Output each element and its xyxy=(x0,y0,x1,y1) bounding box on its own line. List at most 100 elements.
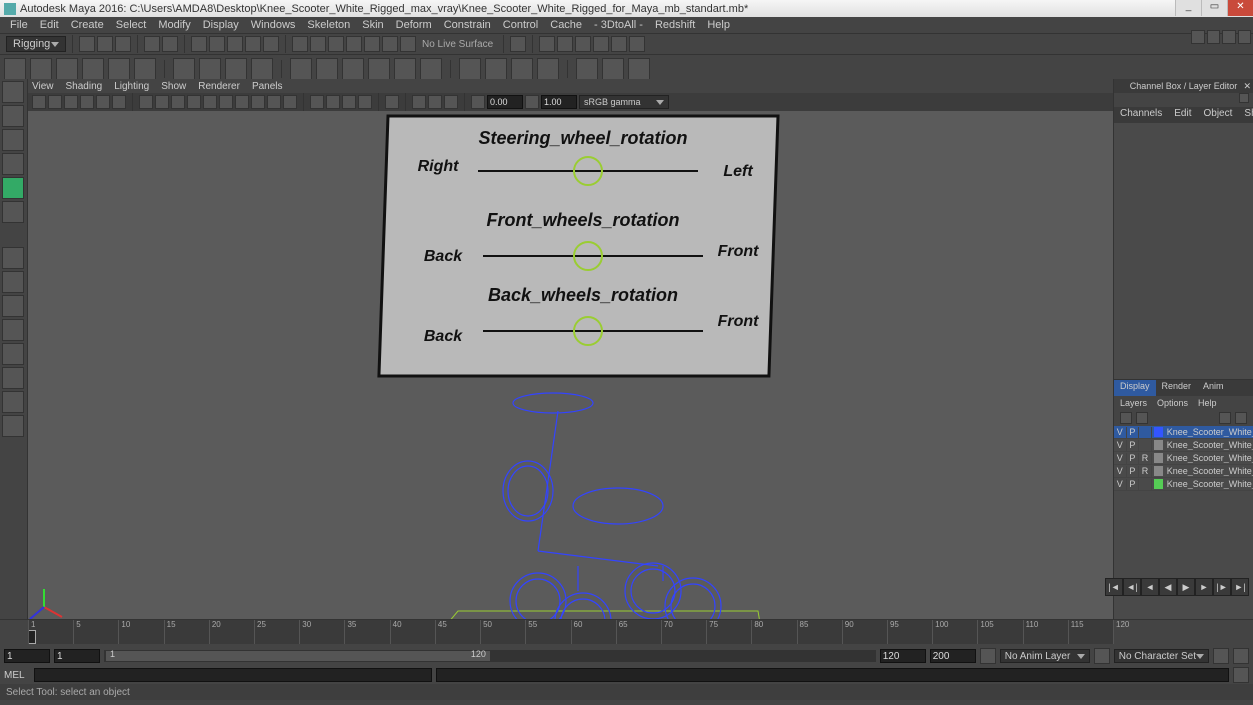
layer-r-toggle[interactable] xyxy=(1139,427,1152,438)
channel-tab-edit[interactable]: Edit xyxy=(1168,107,1197,123)
shelf-item[interactable] xyxy=(459,58,481,80)
range-start-inner-input[interactable] xyxy=(54,649,100,663)
go-to-end-button[interactable]: ►| xyxy=(1231,578,1249,596)
step-forward-button[interactable]: ► xyxy=(1195,578,1213,596)
snap-icon[interactable] xyxy=(382,36,398,52)
new-layer-assign-icon[interactable] xyxy=(1235,412,1247,424)
vp-icon[interactable] xyxy=(342,95,356,109)
shelf-item[interactable] xyxy=(4,58,26,80)
auto-key-icon[interactable] xyxy=(980,648,996,664)
layer-r-toggle[interactable]: R xyxy=(1139,453,1152,464)
vp-icon[interactable] xyxy=(235,95,249,109)
time-slider[interactable]: 1510152025303540455055606570758085909510… xyxy=(28,620,1113,644)
menu-item-redshift[interactable]: Redshift xyxy=(649,19,701,31)
persp-viewport[interactable]: Steering_wheel_rotation Right Left Front… xyxy=(28,111,1113,619)
vp-icon[interactable] xyxy=(203,95,217,109)
viewport-menu-view[interactable]: View xyxy=(32,81,54,92)
vp-icon[interactable] xyxy=(326,95,340,109)
command-input[interactable] xyxy=(34,668,432,682)
play-forward-button[interactable]: ▶ xyxy=(1177,578,1195,596)
menu-item-cache[interactable]: Cache xyxy=(544,19,588,31)
layer-r-toggle[interactable]: R xyxy=(1139,466,1152,477)
viewport-menu-lighting[interactable]: Lighting xyxy=(114,81,149,92)
lasso-tool[interactable] xyxy=(2,105,24,127)
vp-icon[interactable] xyxy=(358,95,372,109)
menu-item-skin[interactable]: Skin xyxy=(356,19,389,31)
layer-tab-display[interactable]: Display xyxy=(1114,380,1156,396)
menu-item-constrain[interactable]: Constrain xyxy=(438,19,497,31)
window-minimize-button[interactable]: _ xyxy=(1175,0,1201,16)
vp-icon[interactable] xyxy=(48,95,62,109)
window-maximize-button[interactable]: ▭ xyxy=(1201,0,1227,16)
vp-icon[interactable] xyxy=(171,95,185,109)
layer-menu-options[interactable]: Options xyxy=(1157,398,1188,408)
layer-color-swatch[interactable] xyxy=(1154,479,1163,489)
snap-icon[interactable] xyxy=(346,36,362,52)
layer-color-swatch[interactable] xyxy=(1154,466,1163,476)
live-surface-icon[interactable] xyxy=(400,36,416,52)
render-icon[interactable] xyxy=(593,36,609,52)
layer-color-swatch[interactable] xyxy=(1154,427,1163,437)
step-forward-key-button[interactable]: |► xyxy=(1213,578,1231,596)
layer-v-toggle[interactable]: V xyxy=(1114,440,1127,451)
go-to-start-button[interactable]: |◄ xyxy=(1105,578,1123,596)
layer-row[interactable]: VPKnee_Scooter_White_R xyxy=(1114,439,1253,452)
playback-prefs-icon[interactable] xyxy=(1213,648,1229,664)
play-backward-button[interactable]: ◀ xyxy=(1159,578,1177,596)
color-management-dropdown[interactable]: sRGB gamma xyxy=(579,95,669,109)
layer-menu-layers[interactable]: Layers xyxy=(1120,398,1147,408)
command-language-label[interactable]: MEL xyxy=(4,670,30,681)
select-mode-icon[interactable] xyxy=(191,36,207,52)
shelf-item[interactable] xyxy=(225,58,247,80)
shelf-item[interactable] xyxy=(199,58,221,80)
vp-icon[interactable] xyxy=(187,95,201,109)
viewport-menu-renderer[interactable]: Renderer xyxy=(198,81,240,92)
vp-icon[interactable] xyxy=(444,95,458,109)
channel-tab-object[interactable]: Object xyxy=(1198,107,1239,123)
vp-icon[interactable] xyxy=(412,95,426,109)
shelf-item[interactable] xyxy=(537,58,559,80)
vp-icon[interactable] xyxy=(32,95,46,109)
viewport-menu-show[interactable]: Show xyxy=(161,81,186,92)
step-back-key-button[interactable]: ◄| xyxy=(1123,578,1141,596)
layer-p-toggle[interactable]: P xyxy=(1127,479,1140,490)
menu-item-control[interactable]: Control xyxy=(497,19,544,31)
vp-icon[interactable] xyxy=(155,95,169,109)
layer-v-toggle[interactable]: V xyxy=(1114,427,1127,438)
range-slider[interactable]: 1 120 xyxy=(104,650,876,662)
layer-p-toggle[interactable]: P xyxy=(1127,427,1140,438)
viewport-menu-shading[interactable]: Shading xyxy=(66,81,103,92)
shelf-item[interactable] xyxy=(602,58,624,80)
shelf-item[interactable] xyxy=(628,58,650,80)
scale-tool[interactable] xyxy=(2,201,24,223)
shelf-item[interactable] xyxy=(56,58,78,80)
layer-row[interactable]: VPKnee_Scooter_White_R xyxy=(1114,426,1253,439)
exposure-icon[interactable] xyxy=(471,95,485,109)
layer-menu-help[interactable]: Help xyxy=(1198,398,1217,408)
menu-item-help[interactable]: Help xyxy=(701,19,736,31)
new-layer-icon[interactable] xyxy=(1219,412,1231,424)
new-scene-icon[interactable] xyxy=(79,36,95,52)
layer-row[interactable]: VPKnee_Scooter_White_R xyxy=(1114,478,1253,491)
layout-custom-icon[interactable] xyxy=(2,295,24,317)
vp-icon[interactable] xyxy=(96,95,110,109)
shelf-item[interactable] xyxy=(316,58,338,80)
select-mode-icon[interactable] xyxy=(227,36,243,52)
channel-tab-show[interactable]: Show xyxy=(1238,107,1253,123)
vp-icon[interactable] xyxy=(251,95,265,109)
layer-tab-render[interactable]: Render xyxy=(1156,380,1198,396)
snap-icon[interactable] xyxy=(364,36,380,52)
open-scene-icon[interactable] xyxy=(97,36,113,52)
layout-single-icon[interactable] xyxy=(2,247,24,269)
menu-item-file[interactable]: File xyxy=(4,19,34,31)
range-start-outer-input[interactable] xyxy=(4,649,50,663)
toggle-attribute-editor-icon[interactable] xyxy=(1207,30,1221,44)
shelf-item[interactable] xyxy=(511,58,533,80)
vp-icon[interactable] xyxy=(139,95,153,109)
select-mode-icon[interactable] xyxy=(209,36,225,52)
render-icon[interactable] xyxy=(539,36,555,52)
vp-icon[interactable] xyxy=(283,95,297,109)
channel-tab-channels[interactable]: Channels xyxy=(1114,107,1168,123)
script-editor-icon[interactable] xyxy=(1233,667,1249,683)
layout-custom-icon[interactable] xyxy=(2,391,24,413)
